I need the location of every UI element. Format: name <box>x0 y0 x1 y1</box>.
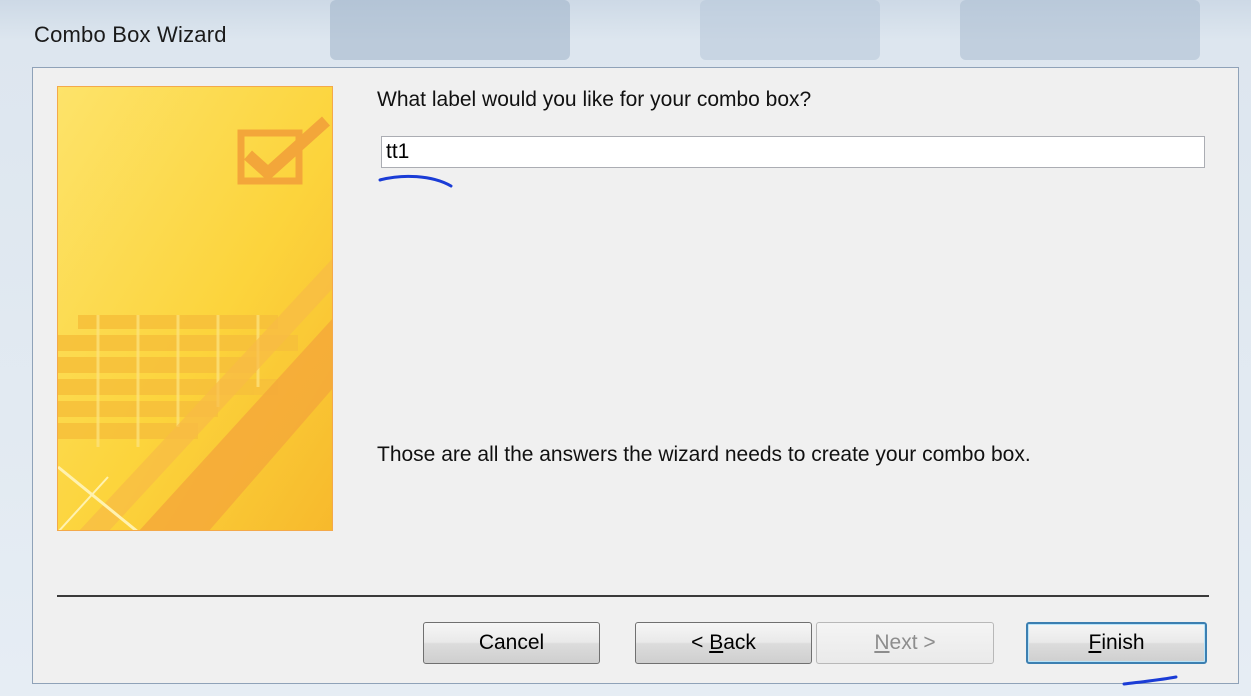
wizard-banner-image <box>57 86 333 531</box>
wizard-client-area: What label would you like for your combo… <box>32 67 1239 684</box>
cancel-button[interactable]: Cancel <box>423 622 600 664</box>
background-blur <box>700 0 880 60</box>
button-separator <box>57 595 1209 597</box>
label-question: What label would you like for your combo… <box>377 88 812 111</box>
next-button[interactable]: Next > <box>816 622 994 664</box>
pen-annotation-underline <box>1122 675 1178 686</box>
background-blur <box>330 0 570 60</box>
back-button-rest: ack <box>723 631 756 654</box>
back-button-prefix: < <box>691 631 710 654</box>
pen-annotation-underline <box>378 174 453 188</box>
cancel-button-label: Cancel <box>478 631 545 654</box>
next-button-rest: ext > <box>889 631 936 654</box>
combo-label-input[interactable] <box>381 136 1205 168</box>
finish-button-accelerator: F <box>1088 631 1102 654</box>
background-blur <box>960 0 1200 60</box>
back-button-accelerator: B <box>709 631 724 654</box>
wizard-info-text: Those are all the answers the wizard nee… <box>377 443 1031 466</box>
next-button-accelerator: N <box>874 631 890 654</box>
wizard-banner-art <box>58 87 332 530</box>
finish-button[interactable]: Finish <box>1026 622 1207 664</box>
window-frame: Combo Box Wizard What label would you li… <box>0 0 1251 696</box>
window-title: Combo Box Wizard <box>34 22 227 47</box>
finish-button-rest: inish <box>1101 631 1145 654</box>
back-button[interactable]: < Back <box>635 622 812 664</box>
